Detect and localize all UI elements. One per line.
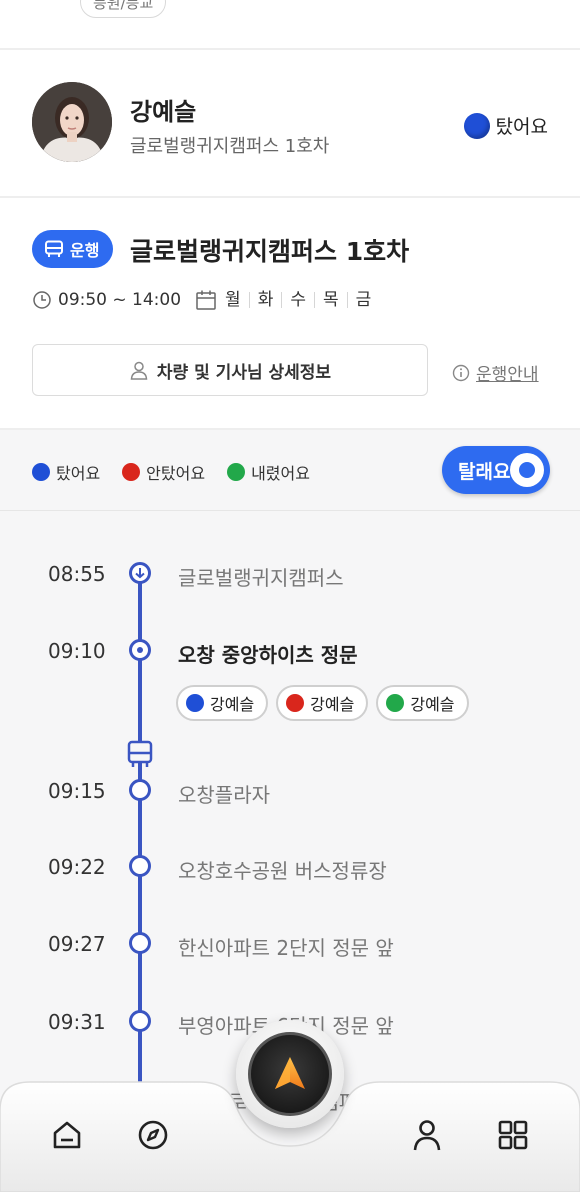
day-wed: 수 (282, 292, 315, 309)
stop-time: 09:31 (48, 1010, 106, 1034)
route-days: 월 화 수 목 금 (195, 289, 379, 311)
stop-name[interactable]: 한신아파트 2단지 정문 앞 (178, 932, 394, 961)
day-thu: 목 (315, 292, 348, 309)
profile-route: 글로벌랭귀지캠퍼스 1호차 (130, 136, 330, 157)
toggle-knob-icon (510, 453, 544, 487)
blue-dot-icon (186, 694, 204, 712)
vehicle-detail-button[interactable]: 차량 및 기사님 상세정보 (32, 344, 428, 396)
stop-name[interactable]: 오창호수공원 버스정류장 (178, 855, 387, 884)
ride-toggle-label: 탈래요 (458, 460, 511, 483)
legend-boarded-label: 탔어요 (56, 464, 101, 483)
stop-name[interactable]: 글로벌랭귀지캠퍼스 (178, 562, 344, 591)
route-schedule: 09:50 ~ 14:00 월 화 수 목 금 (32, 288, 379, 312)
divider (0, 428, 580, 430)
route-title: 글로벌랭귀지캠퍼스 1호차 (130, 237, 410, 266)
divider (0, 196, 580, 198)
bus-icon (45, 240, 63, 257)
passenger-name: 강예슬 (410, 695, 455, 714)
user-icon[interactable] (410, 1118, 444, 1152)
day-tue: 화 (250, 292, 283, 309)
legend-not-boarded-label: 안탔어요 (146, 464, 206, 483)
red-dot-icon (122, 463, 141, 481)
start-arrow-icon (129, 562, 151, 584)
grid-icon[interactable] (496, 1118, 530, 1152)
stop-time: 09:27 (48, 932, 106, 956)
vehicle-detail-label: 차량 및 기사님 상세정보 (156, 362, 332, 383)
green-dot-icon (227, 463, 246, 481)
blue-dot-icon (32, 463, 50, 481)
legend-boarded: 탔어요 (32, 460, 100, 484)
top-chip[interactable]: 등원/등교 (80, 0, 167, 18)
status-legend: 탔어요 안탔어요 내렸어요 (32, 460, 332, 484)
profile-name: 강예슬 (130, 98, 197, 126)
bus-position-icon (127, 740, 153, 767)
route-status-badge: 운행 (32, 230, 114, 268)
passenger-name: 강예슬 (210, 695, 255, 714)
fab-inner (248, 1032, 332, 1116)
stop-node-icon (129, 932, 151, 954)
profile-status: 탔어요 (463, 112, 548, 139)
operation-guide-link[interactable]: 운행안내 (452, 360, 539, 385)
stop-node-icon (129, 855, 151, 877)
divider (0, 48, 580, 50)
route-badge-label: 운행 (70, 241, 100, 260)
current-stop-node-icon (129, 639, 151, 661)
legend-alighted: 내렸어요 (227, 460, 310, 484)
passenger-name: 강예슬 (310, 695, 355, 714)
status-dot-icon (463, 112, 490, 139)
user-icon (130, 361, 148, 380)
calendar-icon (196, 290, 216, 310)
stop-time: 08:55 (48, 562, 106, 586)
clock-icon (33, 291, 51, 309)
info-icon (452, 364, 470, 381)
stop-node-icon (129, 779, 151, 801)
navigation-arrow-icon (275, 1057, 305, 1089)
legend-not-boarded: 안탔어요 (122, 460, 205, 484)
divider (0, 510, 580, 511)
green-dot-icon (386, 694, 405, 712)
compass-icon[interactable] (136, 1118, 170, 1152)
avatar (32, 82, 112, 162)
navigation-fab-button[interactable] (236, 1020, 344, 1128)
stop-time: 09:15 (48, 779, 106, 803)
legend-alighted-label: 내렸어요 (251, 464, 310, 483)
stop-name[interactable]: 오창플라자 (178, 779, 270, 808)
red-dot-icon (286, 694, 305, 712)
operation-guide-label: 운행안내 (476, 365, 539, 385)
passenger-chip-boarded[interactable]: 강예슬 (176, 685, 269, 721)
passenger-chip-not-boarded[interactable]: 강예슬 (276, 685, 369, 721)
home-icon[interactable] (50, 1118, 84, 1152)
route-time: 09:50 ~ 14:00 (58, 290, 182, 310)
page: 등원/등교 강예슬 글로벌랭귀지캠퍼스 1호차 탔어요 운행 글로벌랭귀지캠퍼스… (0, 0, 580, 1192)
ride-toggle-button[interactable]: 탈래요 (442, 446, 550, 494)
stop-time: 09:10 (48, 639, 106, 663)
day-mon: 월 (225, 292, 250, 309)
stop-time: 09:22 (48, 855, 106, 879)
passenger-chip-alighted[interactable]: 강예슬 (376, 685, 469, 721)
stop-node-icon (129, 1010, 151, 1032)
passenger-chips: 강예슬 강예슬 강예슬 (176, 685, 469, 721)
stop-name-current[interactable]: 오창 중앙하이츠 정문 (178, 639, 358, 668)
day-fri: 금 (355, 290, 372, 310)
profile-status-label: 탔어요 (495, 116, 548, 138)
